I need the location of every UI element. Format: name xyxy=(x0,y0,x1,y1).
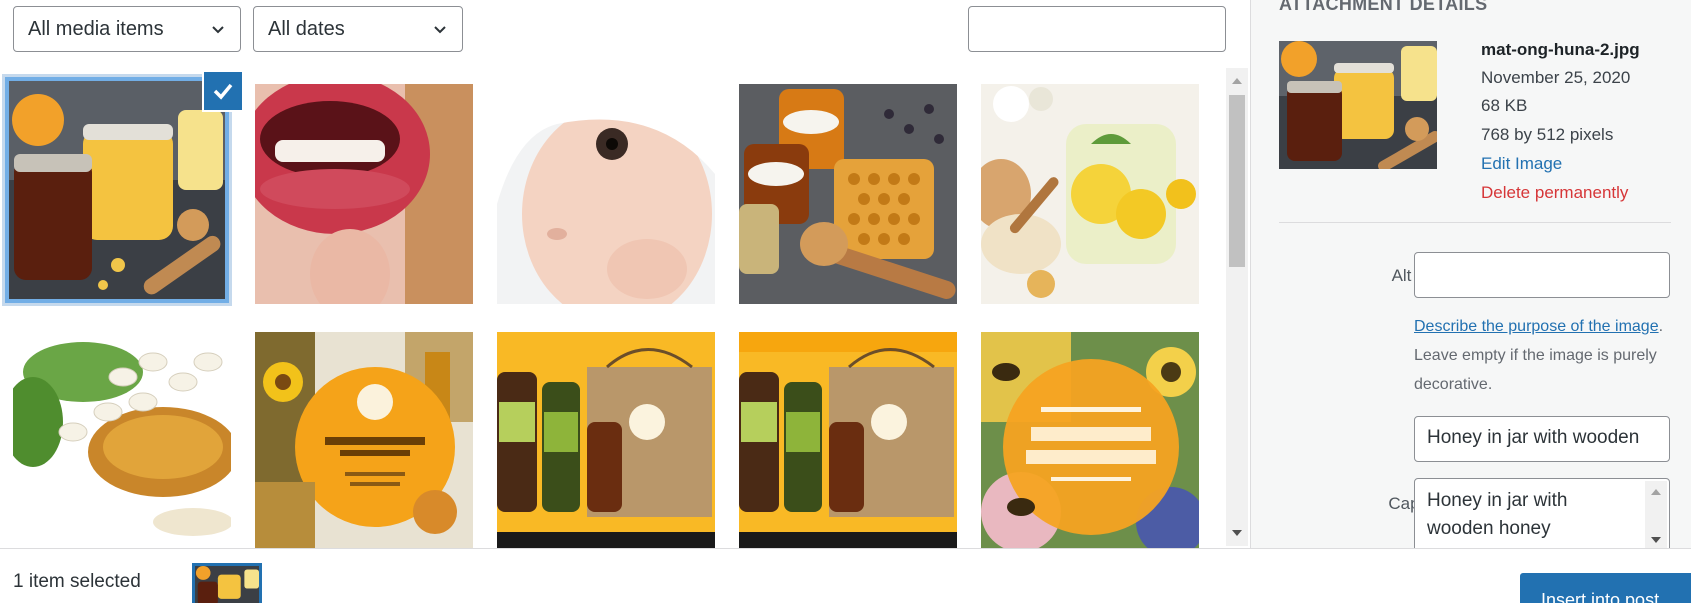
media-item-huna-honey-jars-bag-1[interactable] xyxy=(497,332,715,552)
selection-thumbnail-image xyxy=(195,566,259,603)
search-input[interactable] xyxy=(968,6,1226,52)
media-toolbar: 1 item selected Insert into post xyxy=(0,548,1691,603)
scroll-down-icon[interactable] xyxy=(1651,537,1661,543)
media-item-honey-jars-spoon[interactable] xyxy=(5,77,229,303)
caption-text: Honey in jar with wooden honey xyxy=(1427,490,1568,539)
file-name: mat-ong-huna-2.jpg xyxy=(1481,40,1640,59)
checkmark-icon xyxy=(213,83,233,100)
media-item-huna-honey-jars-bag-2[interactable] xyxy=(739,332,957,552)
thumbnail-image xyxy=(981,84,1199,304)
thumbnail-image xyxy=(8,80,226,300)
alt-text-input[interactable] xyxy=(1414,252,1670,298)
file-size: 68 KB xyxy=(1481,96,1528,115)
thumbnail-image xyxy=(981,332,1199,552)
selection-count: 1 item selected xyxy=(13,571,141,592)
thumbnail-image xyxy=(13,332,231,552)
media-item-bees-flowers-poster[interactable] xyxy=(981,332,1199,552)
media-type-filter-label: All media items xyxy=(28,17,164,40)
thumbnail-image xyxy=(255,332,473,552)
media-item-baby-towel[interactable] xyxy=(497,84,715,304)
media-type-filter[interactable]: All media items xyxy=(13,6,241,52)
grid-scrollbar[interactable] xyxy=(1226,68,1248,546)
chevron-down-icon xyxy=(434,26,446,34)
selection-thumbnail[interactable] xyxy=(192,563,262,603)
insert-into-post-button[interactable]: Insert into post xyxy=(1520,573,1691,603)
media-item-honey-benefits-poster[interactable] xyxy=(255,332,473,552)
scrollbar-thumb[interactable] xyxy=(1229,95,1245,267)
title-input[interactable]: Honey in jar with wooden xyxy=(1414,416,1670,462)
attachment-details-heading: ATTACHMENT DETAILS xyxy=(1279,0,1488,14)
image-dimensions: 768 by 512 pixels xyxy=(1481,125,1614,144)
thumbnail-image xyxy=(497,332,715,552)
attachment-preview xyxy=(1279,41,1437,169)
preview-image xyxy=(1279,41,1437,169)
alt-text-help: Describe the purpose of the image. Leave… xyxy=(1414,312,1674,399)
media-item-acacia-flower-honey-spoon[interactable] xyxy=(13,332,231,552)
scroll-up-icon[interactable] xyxy=(1232,78,1242,84)
thumbnail-image xyxy=(255,84,473,304)
media-item-honey-comb-dipper[interactable] xyxy=(739,84,957,304)
delete-permanently-link[interactable]: Delete permanently xyxy=(1481,183,1628,203)
media-item-open-mouth-lips[interactable] xyxy=(255,84,473,304)
upload-date: November 25, 2020 xyxy=(1481,68,1631,87)
describe-purpose-link[interactable]: Describe the purpose of the image xyxy=(1414,318,1659,335)
thumbnail-image xyxy=(739,332,957,552)
date-filter-label: All dates xyxy=(268,17,345,40)
date-filter[interactable]: All dates xyxy=(253,6,463,52)
attachment-details-panel: ATTACHMENT DETAILS mat-ong-huna-2.jpg No… xyxy=(1250,0,1691,554)
selected-checkmark[interactable] xyxy=(202,70,244,112)
scroll-up-icon[interactable] xyxy=(1651,489,1661,495)
media-item-lemon-honey-tea[interactable] xyxy=(981,84,1199,304)
details-divider xyxy=(1279,222,1671,223)
thumbnail-image xyxy=(739,84,957,304)
chevron-down-icon xyxy=(212,26,224,34)
caption-textarea[interactable]: Honey in jar with wooden honey xyxy=(1414,478,1670,554)
thumbnail-image xyxy=(497,84,715,304)
caption-scrollbar[interactable] xyxy=(1645,481,1667,551)
scroll-down-icon[interactable] xyxy=(1232,530,1242,536)
edit-image-link[interactable]: Edit Image xyxy=(1481,154,1562,174)
